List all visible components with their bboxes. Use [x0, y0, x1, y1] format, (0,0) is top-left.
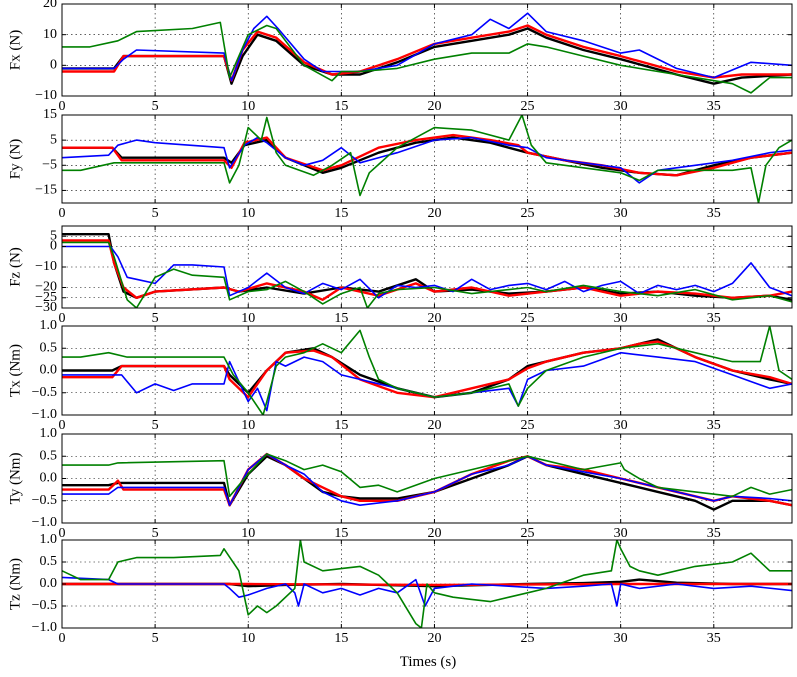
series-line-4	[62, 241, 792, 308]
x-tick-label: 10	[241, 99, 255, 114]
y-axis-label: Fz (N)	[7, 247, 23, 287]
x-tick-label: 30	[614, 99, 628, 114]
y-tick-label: 0.5	[40, 448, 58, 463]
subplot-1: 0 5 10 15 20 25 30 35−1001020Fx (N)	[7, 0, 793, 114]
y-tick-label: −5	[42, 158, 57, 173]
x-tick-label: 30	[614, 311, 628, 326]
y-tick-label: 20	[43, 0, 57, 11]
x-tick-label: 20	[427, 418, 441, 433]
subplot-5: 0 5 10 15 20 25 30 35 −1.0 −0.5 0.0 0.5 1.0 Ty (Nm)	[7, 426, 793, 541]
x-tick-label: 5	[152, 99, 159, 114]
x-tick-label: 20	[427, 99, 441, 114]
x-tick-label: 5	[152, 526, 159, 541]
y-tick-label: −0.5	[32, 598, 57, 613]
x-tick-label: 5	[152, 631, 159, 646]
x-tick-label: 10	[241, 418, 255, 433]
y-tick-label: 1.0	[40, 426, 58, 441]
x-tick-label: 25	[521, 418, 535, 433]
x-tick-label: 15	[334, 418, 348, 433]
figure-canvas: Times (s) 0 5 10 15 20 25 30 35−1001020Fx (N)0 5…	[7, 0, 793, 670]
y-tick-label: −10	[35, 259, 57, 274]
subplot-6: 0 5 10 15 20 25 30 35 −1.0 −0.5 0.0 0.5 1.0 Tz (Nm)	[7, 532, 793, 646]
y-tick-label: 0.5	[40, 340, 58, 355]
x-tick-label: 0	[59, 631, 66, 646]
series-line-2	[62, 24, 792, 82]
y-tick-label: 0.0	[40, 576, 58, 591]
series-line-3	[62, 351, 792, 412]
x-tick-label: 30	[614, 526, 628, 541]
y-tick-label: −1.0	[32, 620, 57, 635]
series-line-4	[62, 21, 792, 94]
x-tick-label: 35	[707, 418, 721, 433]
x-tick-label: 25	[521, 526, 535, 541]
y-tick-label: −0.5	[32, 385, 57, 400]
y-tick-label: 0.0	[40, 471, 58, 486]
x-tick-label: 20	[427, 311, 441, 326]
y-axis-label: Fy (N)	[7, 139, 23, 179]
x-tick-label: 10	[241, 526, 255, 541]
subplot-3: 0 5 10 15 20 25 30 35−30−25−20−1005Fz (N)	[7, 225, 793, 326]
plot-frame	[61, 114, 793, 204]
x-tick-label: 25	[521, 631, 535, 646]
y-tick-label: 15	[43, 107, 57, 122]
x-tick-label: 0	[59, 418, 66, 433]
y-tick-label: 10	[43, 27, 57, 42]
x-tick-label: 25	[521, 206, 535, 221]
y-tick-label: 1.0	[40, 532, 58, 547]
x-tick-label: 15	[334, 631, 348, 646]
y-tick-label: −0.5	[32, 493, 57, 508]
x-tick-label: 10	[241, 206, 255, 221]
y-axis-label: Tx (Nm)	[7, 344, 23, 397]
x-tick-label: 30	[614, 206, 628, 221]
y-tick-label: −15	[35, 183, 57, 198]
x-tick-label: 0	[59, 206, 66, 221]
x-tick-label: 5	[152, 418, 159, 433]
y-tick-label: 0	[50, 58, 57, 73]
y-axis-label: Ty (Nm)	[7, 453, 23, 505]
x-tick-label: 30	[614, 418, 628, 433]
x-tick-label: 20	[427, 526, 441, 541]
x-tick-label: 15	[334, 206, 348, 221]
y-tick-label: 5	[50, 132, 57, 147]
x-tick-label: 30	[614, 631, 628, 646]
x-tick-label: 35	[707, 311, 721, 326]
x-tick-label: 15	[334, 526, 348, 541]
y-tick-label: −10	[35, 88, 57, 103]
y-tick-label: 0.0	[40, 363, 58, 378]
subplot-4: 0 5 10 15 20 25 30 35 −1.0 −0.5 0.0 0.5 1.0 Tx (Nm)	[7, 318, 793, 433]
x-tick-label: 25	[521, 99, 535, 114]
y-tick-label: 1.0	[40, 318, 58, 333]
series-line-4	[62, 115, 792, 203]
y-tick-label: 5	[50, 228, 57, 243]
x-tick-label: 35	[707, 526, 721, 541]
x-tick-label: 5	[152, 311, 159, 326]
x-tick-label: 15	[334, 311, 348, 326]
x-tick-label: 10	[241, 631, 255, 646]
x-tick-label: 0	[59, 311, 66, 326]
x-tick-label: 25	[521, 311, 535, 326]
series-line-1	[62, 455, 792, 511]
x-tick-label: 5	[152, 206, 159, 221]
x-tick-label: 0	[59, 526, 66, 541]
x-axis-label: Times (s)	[400, 654, 457, 670]
figure: Times (s) 0 5 10 15 20 25 30 35 −10 0 10 20 Fx (N) 0 5…	[0, 0, 797, 672]
x-tick-label: 35	[707, 631, 721, 646]
y-axis-label: Fx (N)	[7, 30, 23, 70]
y-tick-label: 0.5	[40, 554, 58, 569]
x-tick-label: 10	[241, 311, 255, 326]
x-tick-label: 0	[59, 99, 66, 114]
y-tick-label: −20	[35, 280, 57, 295]
x-tick-label: 20	[427, 631, 441, 646]
subplot-2: 0 5 10 15 20 25 30 35 −15 −5 5 15 Fy (N)	[7, 107, 793, 221]
x-tick-label: 35	[707, 99, 721, 114]
y-tick-label: −1.0	[32, 407, 57, 422]
x-tick-label: 20	[427, 206, 441, 221]
x-tick-label: 15	[334, 99, 348, 114]
y-tick-label: −1.0	[32, 515, 57, 530]
y-axis-label: Tz (Nm)	[7, 558, 23, 610]
x-tick-label: 35	[707, 206, 721, 221]
